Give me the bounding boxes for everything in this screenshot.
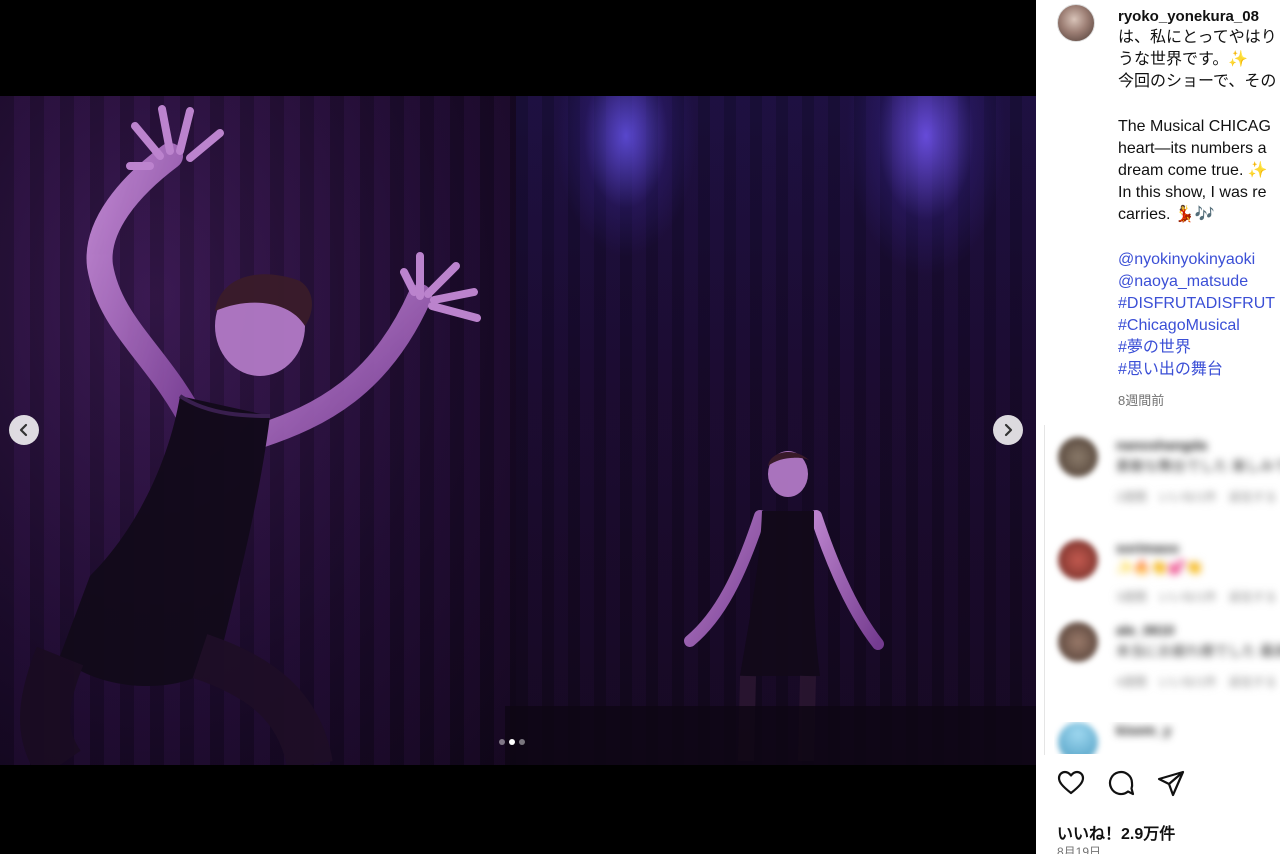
- comment-text: kisem_y: [1116, 722, 1280, 738]
- avatar[interactable]: [1058, 622, 1098, 662]
- dancer-left: [20, 105, 481, 765]
- caption-line: The Musical CHICAG: [1118, 118, 1271, 135]
- caption-line: heart—its numbers a: [1118, 140, 1267, 157]
- mention-link[interactable]: @naoya_matsude: [1118, 271, 1248, 293]
- post-username[interactable]: ryoko_yonekura_08: [1118, 8, 1259, 25]
- hashtag-link[interactable]: #思い出の舞台: [1118, 359, 1223, 381]
- carousel-dot[interactable]: [519, 739, 525, 745]
- caption-section: ryoko_yonekura_08 は、私にとってやはり うな世界です。✨ 今回…: [1036, 0, 1280, 420]
- comment-text: ale_0610 本当にお疲れ様でした 最高でした 4週間 いいね!1件 返信す…: [1116, 622, 1280, 690]
- comment-meta[interactable]: 2週間 いいね!1件 返信する: [1116, 488, 1280, 505]
- comment-text: nanoshangda 素敵な舞台でした 楽しみでした💖💖 2週間 いいね!1件…: [1116, 437, 1280, 505]
- hashtag-link[interactable]: #夢の世界: [1118, 337, 1191, 359]
- post-actions: [1056, 768, 1186, 798]
- like-count[interactable]: いいね！2.9万件: [1057, 820, 1175, 844]
- comment-body: 素敵な舞台でした 楽しみでした💖💖: [1116, 458, 1280, 474]
- thread-divider: [1044, 425, 1045, 755]
- caption-line: うな世界です。✨: [1118, 51, 1249, 68]
- avatar[interactable]: [1058, 722, 1098, 754]
- comment-body: 本当にお疲れ様でした 最高でした: [1116, 643, 1280, 659]
- caption-line: dream come true. ✨: [1118, 162, 1268, 179]
- carousel-next-button[interactable]: [993, 415, 1023, 445]
- heart-icon[interactable]: [1056, 768, 1086, 798]
- post-side-panel: ryoko_yonekura_08 は、私にとってやはり うな世界です。✨ 今回…: [1036, 0, 1280, 854]
- comment-item: kisem_y: [1054, 722, 1280, 754]
- comment-item: nanoshangda 素敵な舞台でした 楽しみでした💖💖 2週間 いいね!1件…: [1054, 437, 1280, 517]
- carousel-dot-active[interactable]: [509, 739, 515, 745]
- caption-line: In this show, I was re: [1118, 184, 1267, 201]
- avatar[interactable]: [1057, 4, 1095, 42]
- caption-line: は、私にとってやはり: [1118, 29, 1277, 46]
- post-date: 8月19日: [1057, 845, 1102, 854]
- post-photo: [0, 96, 1036, 765]
- comment-item: ale_0610 本当にお疲れ様でした 最高でした 4週間 いいね!1件 返信す…: [1054, 622, 1280, 702]
- carousel-indicator: [499, 739, 525, 745]
- caption-line: carries. 💃🎶: [1118, 206, 1215, 223]
- dancer-right: [505, 451, 1036, 765]
- comment-username[interactable]: sorimaoo: [1116, 540, 1280, 556]
- carousel-dot[interactable]: [499, 739, 505, 745]
- comment-meta[interactable]: 4週間 いいね!1件 返信する: [1116, 673, 1280, 690]
- share-icon[interactable]: [1156, 768, 1186, 798]
- comment-body: ✨🔥👏💕👏: [1116, 559, 1204, 575]
- mention-link[interactable]: @nyokinyokinyaoki: [1118, 249, 1255, 271]
- hashtag-link[interactable]: #DISFRUTADISFRUT: [1118, 293, 1275, 315]
- comment-text: sorimaoo ✨🔥👏💕👏 3週間 いいね!1件 返信する: [1116, 540, 1280, 605]
- comment-meta[interactable]: 3週間 いいね!1件 返信する: [1116, 588, 1280, 605]
- comment-item: sorimaoo ✨🔥👏💕👏 3週間 いいね!1件 返信する: [1054, 540, 1280, 620]
- comment-username[interactable]: nanoshangda: [1116, 437, 1280, 453]
- performer-silhouettes: [20, 105, 1036, 765]
- avatar[interactable]: [1058, 437, 1098, 477]
- chevron-right-icon: [1004, 423, 1013, 437]
- comment-username[interactable]: ale_0610: [1116, 622, 1280, 638]
- caption-line: 今回のショーで、その: [1118, 73, 1277, 90]
- hashtag-link[interactable]: #ChicagoMusical: [1118, 315, 1240, 337]
- comment-icon[interactable]: [1106, 768, 1136, 798]
- post-time-ago: 8週間前: [1118, 393, 1165, 408]
- media-viewer: [0, 0, 1036, 854]
- avatar[interactable]: [1058, 540, 1098, 580]
- carousel-prev-button[interactable]: [9, 415, 39, 445]
- comment-username[interactable]: kisem_y: [1116, 722, 1280, 738]
- chevron-left-icon: [19, 423, 28, 437]
